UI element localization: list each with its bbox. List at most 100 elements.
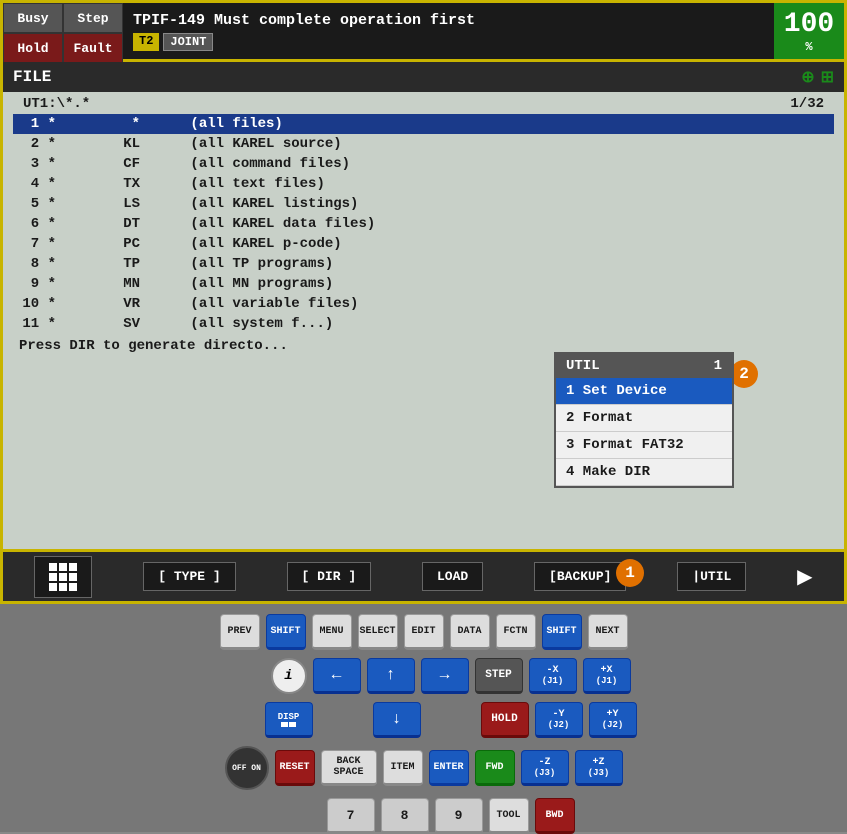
busy-button[interactable]: Busy bbox=[3, 3, 63, 33]
badge-1: 1 bbox=[616, 559, 644, 587]
key-next[interactable]: NEXT bbox=[588, 614, 628, 650]
key-minus-x[interactable]: -X(J1) bbox=[529, 658, 577, 694]
toolbar-next-arrow[interactable]: ▶ bbox=[797, 564, 812, 590]
key-down[interactable]: ↓ bbox=[373, 702, 421, 738]
key-minus-y[interactable]: -Y(J2) bbox=[535, 702, 583, 738]
toolbar-load-button[interactable]: LOAD bbox=[422, 562, 483, 591]
key-left[interactable]: ← bbox=[313, 658, 361, 694]
key-disp[interactable]: DISP bbox=[265, 702, 313, 738]
dropdown-title-num: 1 bbox=[714, 358, 722, 374]
row-content: * (all files) bbox=[56, 116, 826, 132]
keyboard-area: PREV SHIFT MENU SELECT EDIT DATA FCTN SH… bbox=[0, 604, 847, 832]
key-9[interactable]: 9 bbox=[435, 798, 483, 834]
percent-sign: % bbox=[805, 40, 812, 54]
table-row[interactable]: 6 * DT (all KAREL data files) bbox=[13, 214, 834, 234]
key-off-on[interactable]: OFF ON bbox=[225, 746, 269, 790]
key-plus-x[interactable]: +X(J1) bbox=[583, 658, 631, 694]
table-row[interactable]: 7 * PC (all KAREL p-code) bbox=[13, 234, 834, 254]
key-prev[interactable]: PREV bbox=[220, 614, 260, 650]
row-num: 3 * bbox=[21, 156, 56, 172]
row-content: SV (all system f...) bbox=[56, 316, 826, 332]
badge-2: 2 bbox=[730, 360, 758, 388]
bottom-toolbar: [ TYPE ] [ DIR ] LOAD [BACKUP] |UTIL 1 ▶ bbox=[0, 552, 847, 604]
key-info[interactable]: i bbox=[271, 658, 307, 694]
hold-button[interactable]: Hold bbox=[3, 33, 63, 63]
keyboard-row-1: PREV SHIFT MENU SELECT EDIT DATA FCTN SH… bbox=[220, 614, 628, 650]
key-8[interactable]: 8 bbox=[381, 798, 429, 834]
dropdown-title-text: UTIL bbox=[566, 358, 600, 374]
key-edit[interactable]: EDIT bbox=[404, 614, 444, 650]
key-select[interactable]: SELECT bbox=[358, 614, 398, 650]
table-row[interactable]: 11 * SV (all system f...) bbox=[13, 314, 834, 334]
top-status-bar: Busy Step Hold Fault Run I/O Prod TCyc T… bbox=[0, 0, 847, 62]
key-up[interactable]: ↑ bbox=[367, 658, 415, 694]
table-row[interactable]: 2 * KL (all KAREL source) bbox=[13, 134, 834, 154]
key-tool[interactable]: TOOL bbox=[489, 798, 529, 834]
row-num: 4 * bbox=[21, 176, 56, 192]
keyboard-row-3: DISP ↓ HOLD -Y(J2) +Y(J2) bbox=[211, 702, 637, 738]
dropdown-menu: UTIL 1 1 Set Device 2 Format 3 Format FA… bbox=[554, 352, 734, 488]
grid-icon[interactable]: ⊞ bbox=[821, 67, 834, 87]
key-fctn[interactable]: FCTN bbox=[496, 614, 536, 650]
key-plus-z[interactable]: +Z(J3) bbox=[575, 750, 623, 786]
tag-t2: T2 bbox=[133, 33, 159, 51]
top-message: TPIF-149 Must complete operation first T… bbox=[123, 3, 774, 59]
key-backspace[interactable]: BACK SPACE bbox=[321, 750, 377, 786]
key-reset[interactable]: RESET bbox=[275, 750, 315, 786]
key-enter[interactable]: ENTER bbox=[429, 750, 469, 786]
keyboard-row-2: i ← ↑ → STEP -X(J1) +X(J1) bbox=[217, 658, 631, 694]
status-buttons: Busy Step Hold Fault Run I/O Prod TCyc bbox=[3, 3, 123, 59]
file-header: FILE ⊕ ⊞ bbox=[3, 62, 844, 92]
key-right[interactable]: → bbox=[421, 658, 469, 694]
key-plus-y[interactable]: +Y(J2) bbox=[589, 702, 637, 738]
row-content: DT (all KAREL data files) bbox=[56, 216, 826, 232]
dropdown-item-format-fat32[interactable]: 3 Format FAT32 bbox=[556, 432, 732, 459]
table-row[interactable]: 9 * MN (all MN programs) bbox=[13, 274, 834, 294]
alarm-text: TPIF-149 Must complete operation first bbox=[133, 12, 764, 29]
table-row[interactable]: 10 * VR (all variable files) bbox=[13, 294, 834, 314]
row-num: 5 * bbox=[21, 196, 56, 212]
toolbar-grid-button[interactable] bbox=[34, 556, 92, 598]
main-screen: FILE ⊕ ⊞ UT1:\*.* 1/32 1 * * (all files)… bbox=[0, 62, 847, 552]
toolbar-type-button[interactable]: [ TYPE ] bbox=[143, 562, 235, 591]
dropdown-item-format[interactable]: 2 Format bbox=[556, 405, 732, 432]
key-step[interactable]: STEP bbox=[475, 658, 523, 694]
keyboard-row-5: 7 8 9 TOOL BWD bbox=[273, 798, 575, 834]
row-content: CF (all command files) bbox=[56, 156, 826, 172]
table-row[interactable]: 8 * TP (all TP programs) bbox=[13, 254, 834, 274]
top-tags: T2 JOINT bbox=[133, 33, 764, 51]
row-content: PC (all KAREL p-code) bbox=[56, 236, 826, 252]
key-fwd[interactable]: FWD bbox=[475, 750, 515, 786]
row-num: 2 * bbox=[21, 136, 56, 152]
key-shift-left[interactable]: SHIFT bbox=[266, 614, 306, 650]
table-row[interactable]: 1 * * (all files) bbox=[13, 114, 834, 134]
table-row[interactable]: 4 * TX (all text files) bbox=[13, 174, 834, 194]
key-hold[interactable]: HOLD bbox=[481, 702, 529, 738]
key-data[interactable]: DATA bbox=[450, 614, 490, 650]
toolbar-dir-button[interactable]: [ DIR ] bbox=[287, 562, 372, 591]
step-button[interactable]: Step bbox=[63, 3, 123, 33]
file-header-icons: ⊕ ⊞ bbox=[801, 67, 834, 87]
key-menu[interactable]: MENU bbox=[312, 614, 352, 650]
dropdown-title: UTIL 1 bbox=[556, 354, 732, 378]
key-7[interactable]: 7 bbox=[327, 798, 375, 834]
file-path: UT1:\*.* bbox=[23, 96, 90, 112]
row-num: 10 * bbox=[21, 296, 56, 312]
key-minus-z[interactable]: -Z(J3) bbox=[521, 750, 569, 786]
toolbar-util-button[interactable]: |UTIL bbox=[677, 562, 746, 591]
fault-button[interactable]: Fault bbox=[63, 33, 123, 63]
row-content: TX (all text files) bbox=[56, 176, 826, 192]
key-shift-right[interactable]: SHIFT bbox=[542, 614, 582, 650]
table-row[interactable]: 5 * LS (all KAREL listings) bbox=[13, 194, 834, 214]
file-title: FILE bbox=[13, 68, 51, 86]
table-row[interactable]: 3 * CF (all command files) bbox=[13, 154, 834, 174]
row-content: MN (all MN programs) bbox=[56, 276, 826, 292]
key-bwd[interactable]: BWD bbox=[535, 798, 575, 834]
key-item[interactable]: ITEM bbox=[383, 750, 423, 786]
add-icon[interactable]: ⊕ bbox=[801, 67, 814, 87]
dropdown-item-make-dir[interactable]: 4 Make DIR bbox=[556, 459, 732, 486]
toolbar-backup-button[interactable]: [BACKUP] bbox=[534, 562, 626, 591]
path-bar: UT1:\*.* 1/32 bbox=[3, 92, 844, 114]
row-num: 7 * bbox=[21, 236, 56, 252]
dropdown-item-set-device[interactable]: 1 Set Device bbox=[556, 378, 732, 405]
